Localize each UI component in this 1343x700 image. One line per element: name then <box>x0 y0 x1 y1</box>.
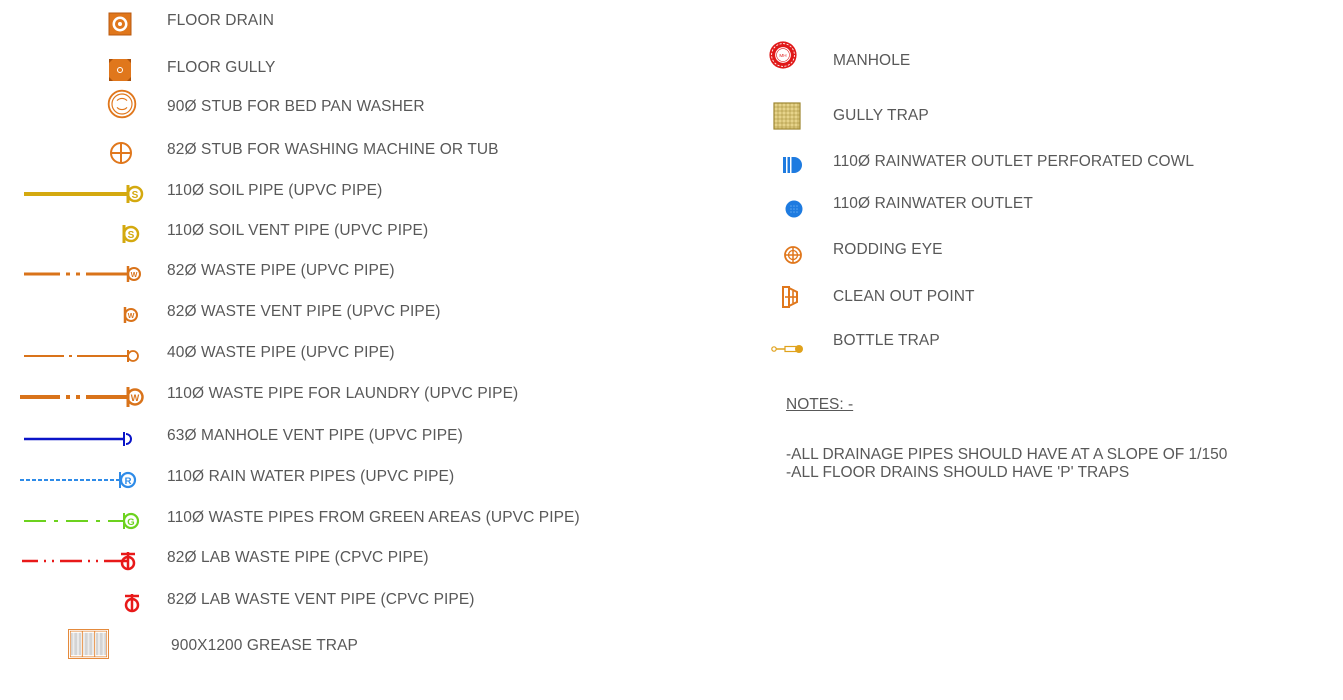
laundry-pipe-line-icon: W <box>20 387 144 407</box>
floor-gully-icon <box>109 59 131 81</box>
legend-label: MANHOLE <box>833 52 911 69</box>
legend-label: 900X1200 GREASE TRAP <box>171 637 358 654</box>
legend-label: 90Ø STUB FOR BED PAN WASHER <box>167 98 425 115</box>
legend-row-manhole: MH MANHOLE <box>760 41 1320 76</box>
svg-text:W: W <box>128 313 135 320</box>
legend-row-waste-pipe-40: 40Ø WASTE PIPE (UPVC PIPE) <box>0 338 640 368</box>
legend-label: BOTTLE TRAP <box>833 332 940 349</box>
legend-label: 82Ø LAB WASTE VENT PIPE (CPVC PIPE) <box>167 591 475 608</box>
legend-label: FLOOR GULLY <box>167 59 276 76</box>
lab-waste-vent-icon <box>124 594 140 613</box>
legend-label: 82Ø STUB FOR WASHING MACHINE OR TUB <box>167 141 499 158</box>
legend-label: GULLY TRAP <box>833 107 929 124</box>
green-area-line-icon: G <box>24 512 140 530</box>
legend-row-rw-outlet-cowl: 110Ø RAINWATER OUTLET PERFORATED COWL <box>760 147 1320 177</box>
legend-row-waste-pipe-82: W 82Ø WASTE PIPE (UPVC PIPE) <box>0 256 640 286</box>
manhole-icon: MH <box>769 41 797 69</box>
svg-text:S: S <box>128 230 135 241</box>
legend-label: FLOOR DRAIN <box>167 12 275 29</box>
svg-text:W: W <box>131 393 140 403</box>
waste-vent-icon: W <box>123 307 138 323</box>
legend-label: RODDING EYE <box>833 241 943 258</box>
floor-drain-icon <box>108 12 132 36</box>
note-line: -ALL FLOOR DRAINS SHOULD HAVE 'P' TRAPS <box>786 464 1130 481</box>
notes-title: NOTES: - <box>786 396 854 413</box>
washing-machine-stub-icon <box>110 142 132 164</box>
svg-text:G: G <box>127 517 134 528</box>
rw-cowl-icon <box>783 157 802 173</box>
waste-pipe-40-line-icon <box>24 350 139 362</box>
legend-row-lab-waste-vent: 82Ø LAB WASTE VENT PIPE (CPVC PIPE) <box>0 585 640 615</box>
svg-text:MH: MH <box>779 53 786 58</box>
note-line: -ALL DRAINAGE PIPES SHOULD HAVE AT A SLO… <box>786 446 1228 463</box>
gully-trap-icon <box>773 102 801 130</box>
legend-row-laundry-waste-pipe: W 110Ø WASTE PIPE FOR LAUNDRY (UPVC PIPE… <box>0 379 640 409</box>
legend-row-soil-vent-pipe: S 110Ø SOIL VENT PIPE (UPVC PIPE) <box>0 216 640 246</box>
svg-text:W: W <box>131 272 138 279</box>
bottle-trap-icon <box>771 345 803 353</box>
legend-row-bed-pan-stub: 90Ø STUB FOR BED PAN WASHER <box>0 89 640 122</box>
legend-label: CLEAN OUT POINT <box>833 288 975 305</box>
legend-label: 63Ø MANHOLE VENT PIPE (UPVC PIPE) <box>167 427 463 444</box>
legend-row-green-area-pipe: G 110Ø WASTE PIPES FROM GREEN AREAS (UPV… <box>0 503 640 533</box>
waste-pipe-line-icon: W <box>24 266 141 282</box>
legend-label: 82Ø WASTE VENT PIPE (UPVC PIPE) <box>167 303 441 320</box>
legend-row-floor-gully: FLOOR GULLY <box>0 53 640 83</box>
legend-row-floor-drain: FLOOR DRAIN <box>0 6 640 36</box>
legend-row-rw-outlet: 110Ø RAINWATER OUTLET <box>760 189 1320 219</box>
legend-row-soil-pipe: S 110Ø SOIL PIPE (UPVC PIPE) <box>0 176 640 206</box>
rw-outlet-icon <box>785 200 803 218</box>
legend-label: 110Ø SOIL VENT PIPE (UPVC PIPE) <box>167 222 429 239</box>
legend-row-bottle-trap: BOTTLE TRAP <box>760 326 1320 356</box>
legend-label: 82Ø WASTE PIPE (UPVC PIPE) <box>167 262 395 279</box>
rodding-eye-icon <box>784 246 802 264</box>
grease-trap-icon <box>68 629 109 659</box>
legend-label: 40Ø WASTE PIPE (UPVC PIPE) <box>167 344 395 361</box>
soil-pipe-line-icon: S <box>24 185 144 203</box>
manhole-vent-line-icon <box>24 432 132 446</box>
svg-text:S: S <box>132 190 139 201</box>
legend-label: 110Ø RAINWATER OUTLET PERFORATED COWL <box>833 153 1195 170</box>
legend-label: 82Ø LAB WASTE PIPE (CPVC PIPE) <box>167 549 429 566</box>
lab-waste-line-icon <box>22 552 136 571</box>
legend-label: 110Ø WASTE PIPE FOR LAUNDRY (UPVC PIPE) <box>167 385 519 402</box>
legend-row-waste-vent-pipe-82: W 82Ø WASTE VENT PIPE (UPVC PIPE) <box>0 297 640 327</box>
svg-text:R: R <box>125 476 132 487</box>
legend-row-lab-waste-pipe: 82Ø LAB WASTE PIPE (CPVC PIPE) <box>0 543 640 573</box>
legend-label: 110Ø WASTE PIPES FROM GREEN AREAS (UPVC … <box>167 509 580 526</box>
legend-row-gully-trap: GULLY TRAP <box>760 101 1320 131</box>
soil-vent-icon: S <box>122 225 140 243</box>
legend-row-rodding-eye: RODDING EYE <box>760 235 1320 265</box>
legend-row-grease-trap: 900X1200 GREASE TRAP <box>0 629 640 660</box>
clean-out-icon <box>782 286 798 308</box>
rain-water-line-icon: R <box>20 471 137 489</box>
bed-pan-stub-icon <box>107 89 137 119</box>
legend-label: 110Ø RAIN WATER PIPES (UPVC PIPE) <box>167 468 455 485</box>
legend-label: 110Ø RAINWATER OUTLET <box>833 195 1033 212</box>
legend-label: 110Ø SOIL PIPE (UPVC PIPE) <box>167 182 383 199</box>
legend-row-washing-machine-stub: 82Ø STUB FOR WASHING MACHINE OR TUB <box>0 135 640 165</box>
legend-row-clean-out-point: CLEAN OUT POINT <box>760 282 1320 312</box>
legend-row-manhole-vent-pipe: 63Ø MANHOLE VENT PIPE (UPVC PIPE) <box>0 421 640 451</box>
legend-row-rain-water-pipe: R 110Ø RAIN WATER PIPES (UPVC PIPE) <box>0 462 640 492</box>
